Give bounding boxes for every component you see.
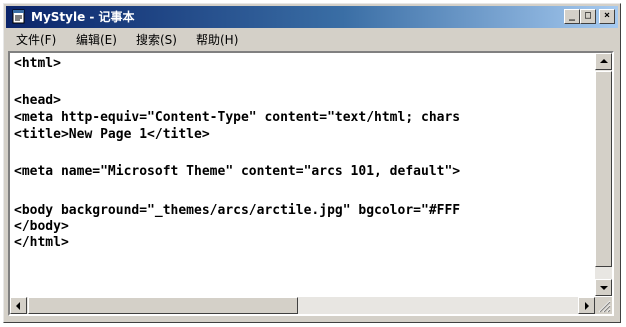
title-bar[interactable]: MyStyle - 记事本 _ □ × bbox=[6, 6, 618, 28]
menu-bar: 文件(F) 编辑(E) 搜索(S) 帮助(H) bbox=[6, 29, 618, 51]
code-line: <title>New Page 1</title> bbox=[14, 127, 210, 142]
text-editor[interactable]: <html> <head> <meta http-equiv="Content-… bbox=[8, 51, 614, 316]
code-line: <head> bbox=[14, 93, 61, 108]
arrow-right-icon bbox=[585, 302, 589, 310]
text-content[interactable]: <html> <head> <meta http-equiv="Content-… bbox=[10, 53, 595, 296]
code-line: </html> bbox=[14, 235, 69, 250]
code-line: <meta name="Microsoft Theme" content="ar… bbox=[14, 164, 461, 179]
close-button[interactable]: × bbox=[599, 9, 615, 24]
menu-file[interactable]: 文件(F) bbox=[16, 32, 56, 48]
scroll-up-button[interactable] bbox=[595, 53, 612, 70]
arrow-down-icon bbox=[600, 286, 608, 290]
code-line: <html> bbox=[14, 56, 61, 71]
minimize-button[interactable]: _ bbox=[564, 9, 580, 24]
scroll-left-button[interactable] bbox=[10, 297, 27, 314]
resize-grip-icon bbox=[598, 300, 611, 313]
maximize-button[interactable]: □ bbox=[580, 9, 596, 24]
scroll-down-button[interactable] bbox=[595, 279, 612, 296]
maximize-icon: □ bbox=[584, 10, 592, 21]
notepad-icon bbox=[12, 9, 25, 24]
vertical-scrollbar[interactable] bbox=[595, 53, 612, 296]
vertical-scroll-thumb[interactable] bbox=[595, 71, 612, 267]
horizontal-scroll-thumb[interactable] bbox=[28, 297, 298, 314]
close-icon: × bbox=[603, 10, 611, 21]
scroll-right-button[interactable] bbox=[578, 297, 595, 314]
menu-search[interactable]: 搜索(S) bbox=[136, 32, 177, 48]
horizontal-scrollbar[interactable] bbox=[10, 297, 595, 314]
code-line: </body> bbox=[14, 219, 69, 234]
resize-grip[interactable] bbox=[595, 297, 612, 314]
menu-edit[interactable]: 编辑(E) bbox=[76, 32, 117, 48]
notepad-window: MyStyle - 记事本 _ □ × 文件(F) 编辑(E) 搜索(S) 帮助… bbox=[3, 3, 621, 323]
menu-help[interactable]: 帮助(H) bbox=[196, 32, 238, 48]
minimize-icon: _ bbox=[568, 10, 576, 21]
window-title: MyStyle - 记事本 bbox=[31, 10, 135, 24]
code-line: <meta http-equiv="Content-Type" content=… bbox=[14, 110, 461, 125]
code-line: <body background="_themes/arcs/arctile.j… bbox=[14, 203, 461, 218]
arrow-left-icon bbox=[16, 302, 20, 310]
arrow-up-icon bbox=[600, 59, 608, 63]
